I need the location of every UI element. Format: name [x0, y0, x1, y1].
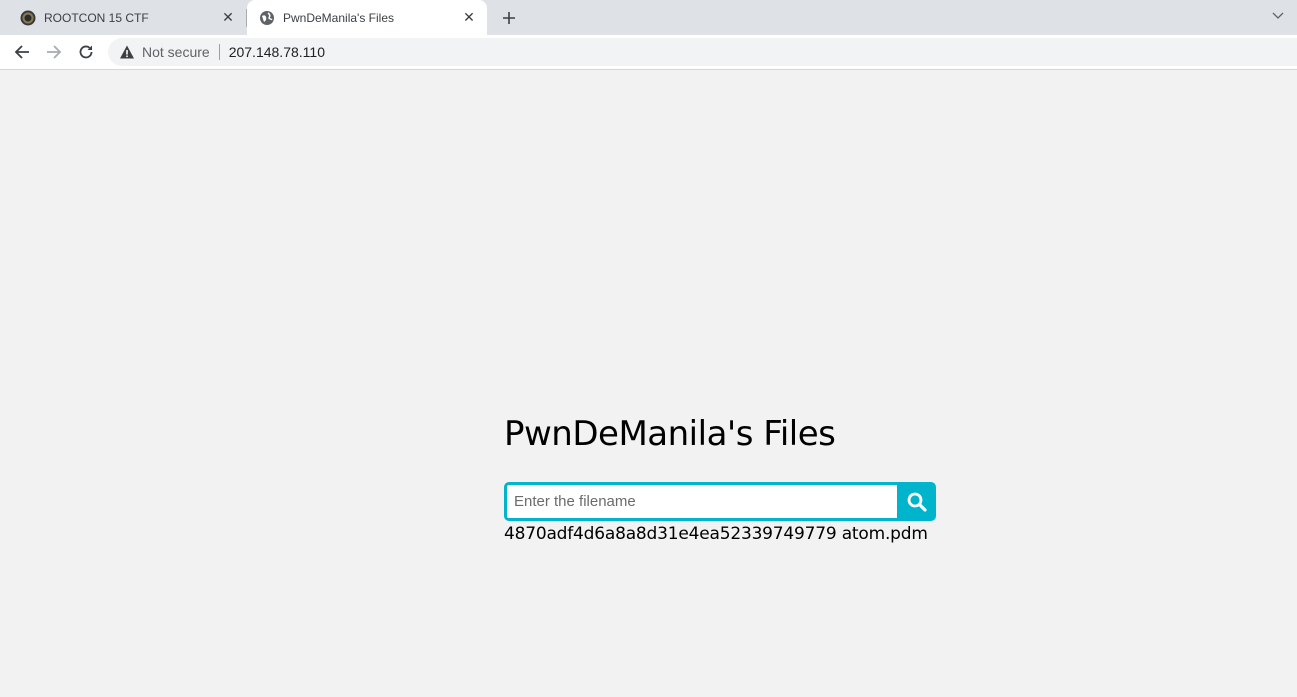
tab-search-button[interactable]: [1268, 6, 1288, 26]
rootcon-logo-icon: [20, 10, 36, 25]
warning-triangle-icon[interactable]: [119, 44, 135, 60]
plus-icon: [503, 12, 515, 24]
page-content: PwnDeManila's Files 4870adf4d6a8a8d31e4e…: [0, 71, 1297, 697]
file-search-form: [504, 482, 936, 521]
globe-icon: [260, 10, 274, 25]
url-text[interactable]: 207.148.78.110: [229, 44, 325, 60]
reload-icon: [79, 45, 93, 59]
search-icon: [907, 492, 927, 512]
address-divider: [218, 44, 220, 60]
new-tab-button[interactable]: [497, 6, 521, 30]
tab-pwndemanila-files[interactable]: PwnDeManila's Files ✕: [247, 0, 487, 35]
tab-rootcon[interactable]: ROOTCON 15 CTF ✕: [8, 0, 246, 35]
search-button[interactable]: [897, 482, 936, 521]
filename-search-input[interactable]: [504, 482, 897, 521]
browser-toolbar: Not secure 207.148.78.110: [0, 35, 1297, 70]
arrow-right-icon: [47, 45, 62, 59]
forward-button[interactable]: [41, 39, 67, 65]
address-bar[interactable]: Not secure 207.148.78.110: [108, 38, 1297, 66]
browser-tab-strip: ROOTCON 15 CTF ✕ PwnDeManila's Files ✕: [0, 0, 1297, 35]
chevron-down-icon: [1272, 12, 1284, 19]
page-title: PwnDeManila's Files: [504, 414, 836, 454]
close-tab-icon[interactable]: ✕: [218, 8, 238, 28]
security-status-label[interactable]: Not secure: [142, 44, 210, 60]
tab-title: ROOTCON 15 CTF: [44, 10, 149, 25]
back-button[interactable]: [9, 39, 35, 65]
arrow-left-icon: [14, 45, 29, 59]
reload-button[interactable]: [73, 39, 99, 65]
close-tab-icon[interactable]: ✕: [459, 8, 479, 28]
tab-title: PwnDeManila's Files: [283, 10, 394, 25]
search-result-text: 4870adf4d6a8a8d31e4ea52339749779 atom.pd…: [504, 524, 928, 544]
